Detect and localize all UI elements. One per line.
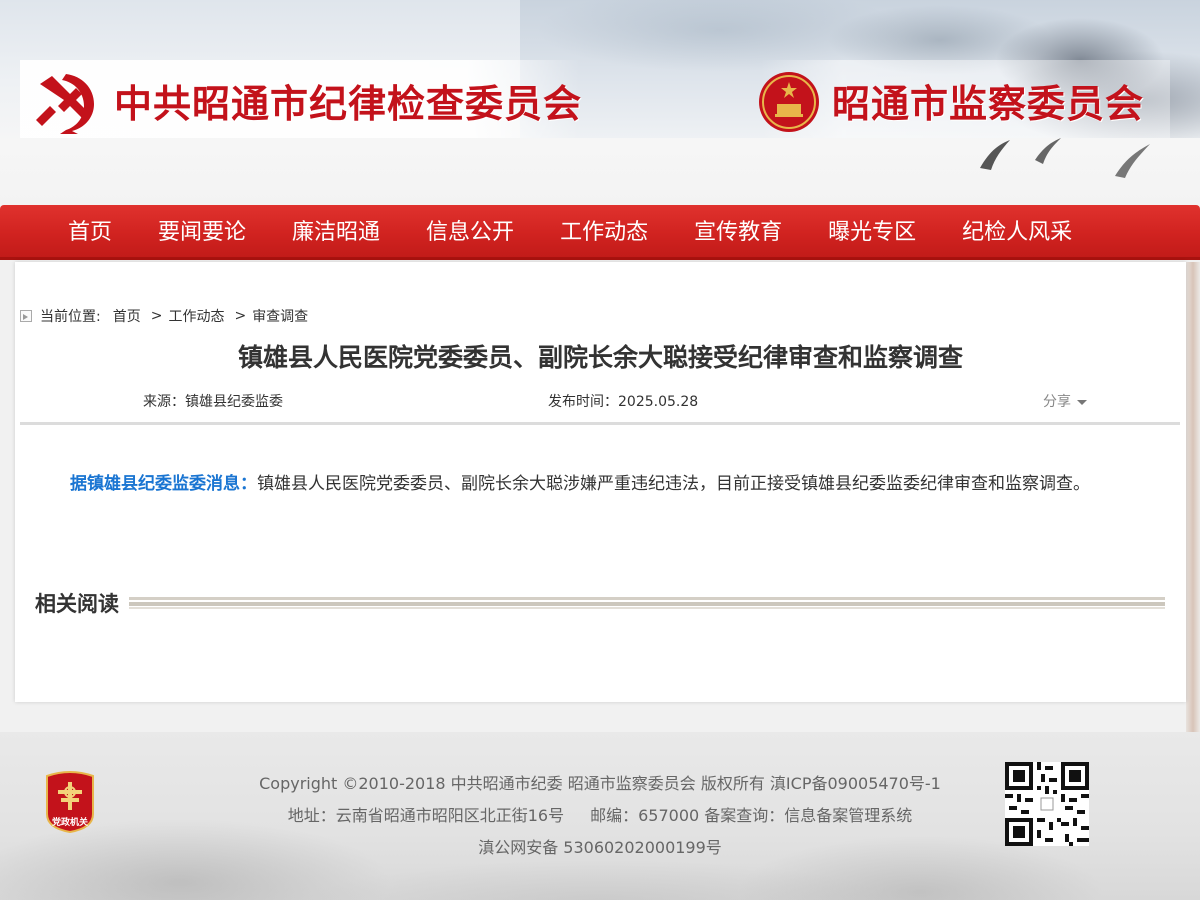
site-footer: 党政机关 Copyright ©2010-2018 中共昭通市纪委 昭通市监察委…: [0, 732, 1200, 900]
site-header: 中共昭通市纪律检查委员会 昭通市监察委员会: [0, 0, 1200, 205]
share-label: 分享: [1043, 394, 1071, 410]
party-emblem-icon: [36, 74, 94, 134]
supervision-commission-title: 昭通市监察委员会: [832, 81, 1145, 126]
nav-item-exposure[interactable]: 曝光专区: [805, 205, 939, 260]
footer-address: 地址：云南省昭通市昭阳区北正街16号: [287, 806, 565, 825]
nav-item-info-disclosure[interactable]: 信息公开: [403, 205, 537, 260]
article-panel: 当前位置: 首页 > 工作动态 > 审查调查 镇雄县人民医院党委委员、副院长余大…: [15, 262, 1186, 702]
nav-item-news[interactable]: 要闻要论: [135, 205, 269, 260]
main-nav: 首页 要闻要论 廉洁昭通 信息公开 工作动态 宣传教育 曝光专区 纪检人风采: [0, 205, 1200, 260]
related-reading-divider: [129, 597, 1165, 609]
article-body-text: 镇雄县人民医院党委委员、副院长余大聪涉嫌严重违纪违法，目前正接受镇雄县纪委监委纪…: [257, 474, 1090, 494]
article-lead: 据镇雄县纪委监委消息：: [70, 474, 257, 494]
share-button[interactable]: 分享: [1043, 390, 1087, 414]
nav-item-clean-zhaotong[interactable]: 廉洁昭通: [269, 205, 403, 260]
breadcrumb-investigation[interactable]: 审查调查: [252, 306, 308, 326]
footer-police-record[interactable]: 滇公网安备 53060202000199号: [200, 832, 1000, 864]
footer-address-line: 地址：云南省昭通市昭阳区北正街16号 邮编：657000 备案查询：信息备案管理系…: [200, 800, 1000, 832]
breadcrumb-separator: >: [234, 308, 247, 324]
party-committee-title: 中共昭通市纪律检查委员会: [114, 81, 583, 126]
related-reading: 相关阅读: [35, 588, 1165, 618]
national-emblem-icon: [759, 72, 819, 132]
nav-item-work-updates[interactable]: 工作动态: [537, 205, 671, 260]
government-logo-icon[interactable]: 党政机关: [43, 770, 97, 834]
footer-info: Copyright ©2010-2018 中共昭通市纪委 昭通市监察委员会 版权…: [200, 768, 1000, 864]
breadcrumb-arrow-icon: [20, 310, 32, 322]
breadcrumb-label: 当前位置:: [40, 309, 101, 325]
breadcrumb-separator: >: [150, 308, 163, 324]
article-body: 据镇雄县纪委监委消息：镇雄县人民医院党委委员、副院长余大聪涉嫌严重违纪违法，目前…: [70, 472, 1170, 496]
nav-item-education[interactable]: 宣传教育: [671, 205, 805, 260]
article-publish-date: 发布时间：2025.05.28: [548, 394, 699, 410]
meta-divider: [20, 422, 1180, 425]
birds-decoration: [980, 138, 1150, 178]
qr-code-icon: [1005, 762, 1089, 846]
article-title: 镇雄县人民医院党委委员、副院长余大聪接受纪律审查和监察调查: [237, 343, 963, 372]
breadcrumb: 当前位置: 首页 > 工作动态 > 审查调查: [20, 306, 308, 326]
footer-copyright: Copyright ©2010-2018 中共昭通市纪委 昭通市监察委员会 版权…: [259, 774, 941, 793]
breadcrumb-work-updates[interactable]: 工作动态: [168, 306, 224, 326]
side-decoration: [1186, 262, 1200, 732]
nav-item-home[interactable]: 首页: [45, 205, 135, 260]
logo-text: 党政机关: [52, 816, 88, 828]
footer-postcode[interactable]: 邮编：657000 备案查询：信息备案管理系统: [590, 806, 912, 825]
article-meta: 来源：镇雄县纪委监委 发布时间：2025.05.28 分享: [20, 390, 1180, 414]
caret-down-icon: [1077, 399, 1087, 405]
breadcrumb-home[interactable]: 首页: [113, 306, 141, 326]
related-reading-title: 相关阅读: [35, 592, 119, 616]
article-source: 来源：镇雄县纪委监委: [143, 394, 283, 410]
nav-item-staff-profiles[interactable]: 纪检人风采: [939, 205, 1095, 260]
